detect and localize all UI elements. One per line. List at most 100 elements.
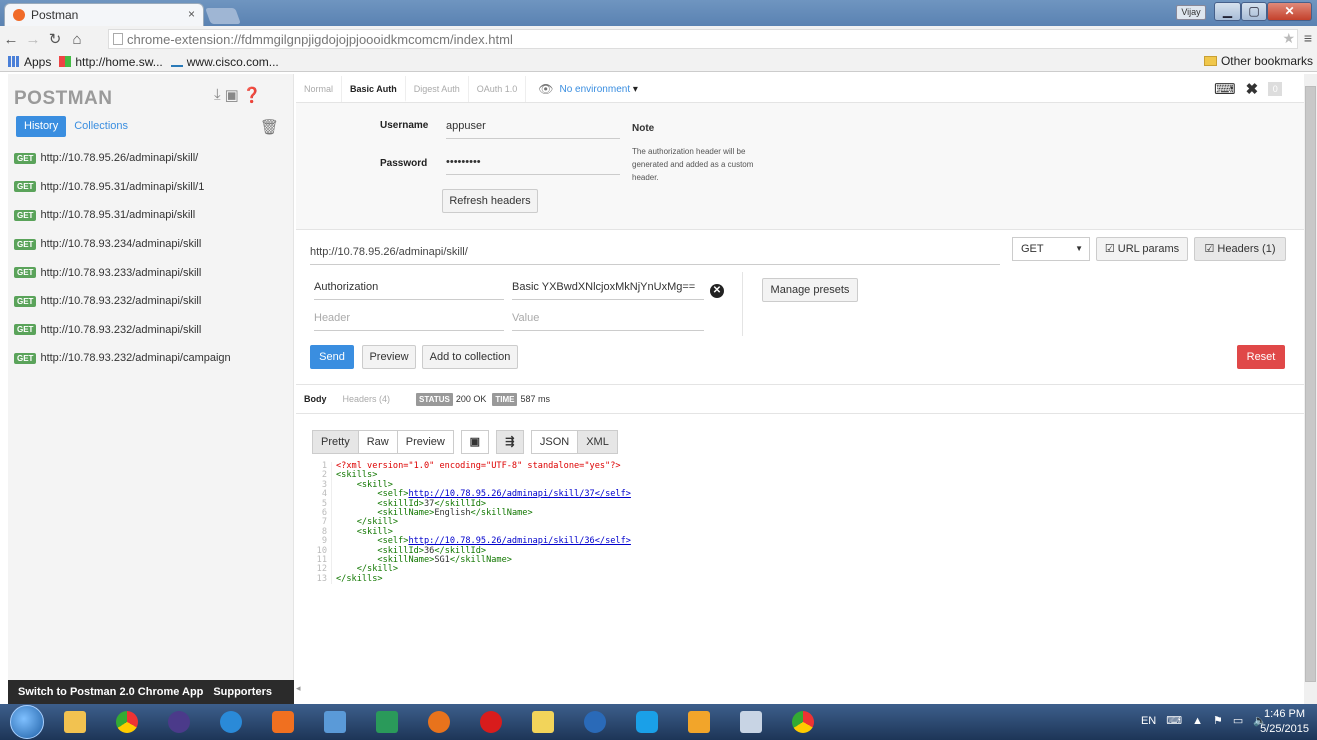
forward-icon[interactable]: → bbox=[22, 31, 44, 48]
settings-wrench-icon[interactable]: ✖ bbox=[1246, 80, 1259, 98]
notes-taskbar-icon[interactable] bbox=[522, 707, 564, 737]
chrome-taskbar-icon-2[interactable] bbox=[782, 707, 824, 737]
bookmark-cisco[interactable]: www.cisco.com... bbox=[170, 55, 279, 69]
manage-presets-button[interactable]: Manage presets bbox=[762, 278, 858, 302]
viewer-taskbar-icon[interactable] bbox=[366, 707, 408, 737]
chrome-taskbar-icon[interactable] bbox=[106, 707, 148, 737]
pretty-button[interactable]: Pretty bbox=[312, 430, 359, 454]
profile-badge[interactable]: Vijay bbox=[1176, 5, 1206, 20]
reset-button[interactable]: Reset bbox=[1237, 345, 1285, 369]
help-icon[interactable]: ❓ bbox=[243, 86, 262, 104]
ie-taskbar-icon[interactable] bbox=[210, 707, 252, 737]
environment-select[interactable]: 👁 No environment ▾ bbox=[526, 82, 638, 96]
keyboard-tray-icon[interactable]: ⌨ bbox=[1166, 714, 1182, 727]
tab-normal[interactable]: Normal bbox=[296, 76, 343, 102]
notification-counter[interactable]: 0 bbox=[1268, 82, 1283, 96]
explorer-taskbar-icon[interactable] bbox=[54, 707, 96, 737]
tab-collections[interactable]: Collections bbox=[66, 116, 136, 137]
twitter-icon[interactable]: ▣ bbox=[225, 86, 239, 104]
tab-response-body[interactable]: Body bbox=[296, 394, 335, 404]
get-method-badge: GET bbox=[14, 324, 37, 336]
tab-response-headers[interactable]: Headers (4) bbox=[335, 394, 399, 404]
history-item[interactable]: GET http://10.78.93.232/adminapi/skill bbox=[8, 316, 294, 345]
tab-close-icon[interactable]: × bbox=[188, 7, 195, 21]
other-bookmarks[interactable]: Other bookmarks bbox=[1203, 54, 1313, 68]
taskbar-clock[interactable]: 1:46 PM 5/25/2015 bbox=[1260, 707, 1309, 737]
history-item[interactable]: GET http://10.78.93.232/adminapi/campaign bbox=[8, 344, 294, 373]
add-to-collection-button[interactable]: Add to collection bbox=[422, 345, 518, 369]
network-tray-icon[interactable]: ▭ bbox=[1233, 714, 1243, 727]
request-url-input[interactable]: http://10.78.95.26/adminapi/skill/ bbox=[310, 246, 1000, 265]
address-bar[interactable]: chrome-extension://fdmmgilgnpjigdojojpjo… bbox=[108, 29, 1298, 49]
wrap-lines-icon[interactable]: ⇶ bbox=[495, 430, 524, 454]
tab-basic-auth[interactable]: Basic Auth bbox=[342, 76, 406, 102]
eye-icon: 👁 bbox=[538, 82, 554, 96]
tab-oauth[interactable]: OAuth 1.0 bbox=[469, 76, 527, 102]
opera-taskbar-icon[interactable] bbox=[470, 707, 512, 737]
keyboard-icon[interactable]: ⌨ bbox=[1214, 80, 1236, 98]
response-preview-button[interactable]: Preview bbox=[396, 430, 454, 454]
password-input[interactable]: ••••••••• bbox=[446, 156, 620, 175]
show-hidden-icons[interactable]: ▲ bbox=[1192, 715, 1203, 727]
header-key-input[interactable]: Authorization bbox=[314, 281, 504, 300]
chrome-menu-icon[interactable]: ≡ bbox=[1304, 30, 1312, 46]
history-item[interactable]: GET http://10.78.93.233/adminapi/skill bbox=[8, 258, 294, 287]
maximize-button[interactable]: ▢ bbox=[1241, 2, 1267, 21]
vertical-scrollbar[interactable] bbox=[1304, 74, 1317, 704]
raw-button[interactable]: Raw bbox=[357, 430, 398, 454]
reload-icon[interactable]: ↻ bbox=[44, 30, 66, 48]
header-value-input[interactable]: Basic YXBwdXNlcjoxMkNjYnUxMg== bbox=[512, 281, 704, 300]
scrollbar-thumb[interactable] bbox=[1305, 86, 1316, 682]
browser-tab[interactable]: Postman × bbox=[4, 3, 204, 26]
new-header-value-input[interactable]: Value bbox=[512, 312, 704, 331]
import-icon[interactable]: ⤓ bbox=[214, 86, 221, 104]
username-input[interactable]: appuser bbox=[446, 120, 620, 139]
bookmark-home-sw[interactable]: http://home.sw... bbox=[59, 55, 163, 69]
send-button[interactable]: Send bbox=[310, 345, 354, 369]
method-select[interactable]: GET ▼ bbox=[1012, 237, 1090, 261]
skype-taskbar-icon[interactable] bbox=[626, 707, 668, 737]
close-window-button[interactable]: ✕ bbox=[1267, 2, 1312, 21]
network-taskbar-icon[interactable] bbox=[314, 707, 356, 737]
preview-button[interactable]: Preview bbox=[362, 345, 416, 369]
line-number: 13 bbox=[312, 574, 332, 585]
new-tab-button[interactable] bbox=[205, 8, 241, 24]
back-icon[interactable]: ← bbox=[0, 31, 22, 48]
switch-to-postman2-link[interactable]: Switch to Postman 2.0 Chrome App bbox=[18, 686, 203, 698]
history-item[interactable]: GET http://10.78.95.26/adminapi/skill/ bbox=[8, 144, 294, 173]
flag-tray-icon[interactable]: ⚑ bbox=[1213, 714, 1223, 727]
tab-digest-auth[interactable]: Digest Auth bbox=[406, 76, 469, 102]
fullscreen-icon[interactable]: ▣ bbox=[460, 430, 489, 454]
status-badge: STATUS bbox=[416, 392, 453, 406]
history-item[interactable]: GET http://10.78.95.31/adminapi/skill bbox=[8, 201, 294, 230]
bookmark-apps[interactable]: Apps bbox=[8, 55, 51, 69]
supporters-link[interactable]: Supporters bbox=[213, 686, 272, 698]
xml-button[interactable]: XML bbox=[577, 430, 618, 454]
headers-button[interactable]: ☑ Headers (1) bbox=[1194, 237, 1286, 261]
firefox-taskbar-icon[interactable] bbox=[418, 707, 460, 737]
remove-header-icon[interactable]: ✕ bbox=[710, 284, 724, 298]
bookmark-star-icon[interactable]: ★ bbox=[1282, 30, 1295, 47]
media-taskbar-icon[interactable] bbox=[262, 707, 304, 737]
new-header-key-input[interactable]: Header bbox=[314, 312, 504, 331]
start-button[interactable] bbox=[10, 705, 44, 739]
caret-down-icon: ▾ bbox=[630, 83, 638, 95]
url-params-button[interactable]: ☑ URL params bbox=[1096, 237, 1188, 261]
outlook-taskbar-icon[interactable] bbox=[678, 707, 720, 737]
eclipse-taskbar-icon[interactable] bbox=[158, 707, 200, 737]
scroll-left-icon[interactable]: ◂ bbox=[296, 683, 308, 703]
json-button[interactable]: JSON bbox=[530, 430, 579, 454]
get-method-badge: GET bbox=[14, 152, 37, 164]
minimize-button[interactable]: ▁ bbox=[1214, 2, 1241, 21]
response-code-view[interactable]: 1 <?xml version="1.0" encoding="UTF-8" st… bbox=[312, 461, 992, 585]
trash-icon[interactable]: 🗑 bbox=[260, 118, 279, 136]
language-indicator[interactable]: EN bbox=[1141, 715, 1156, 727]
history-item[interactable]: GET http://10.78.93.234/adminapi/skill bbox=[8, 230, 294, 259]
chat-taskbar-icon[interactable] bbox=[574, 707, 616, 737]
history-item[interactable]: GET http://10.78.95.31/adminapi/skill/1 bbox=[8, 173, 294, 202]
tab-history[interactable]: History bbox=[16, 116, 67, 137]
history-item[interactable]: GET http://10.78.93.232/adminapi/skill bbox=[8, 287, 294, 316]
home-icon[interactable]: ⌂ bbox=[66, 31, 88, 48]
refresh-headers-button[interactable]: Refresh headers bbox=[442, 189, 538, 213]
calculator-taskbar-icon[interactable] bbox=[730, 707, 772, 737]
